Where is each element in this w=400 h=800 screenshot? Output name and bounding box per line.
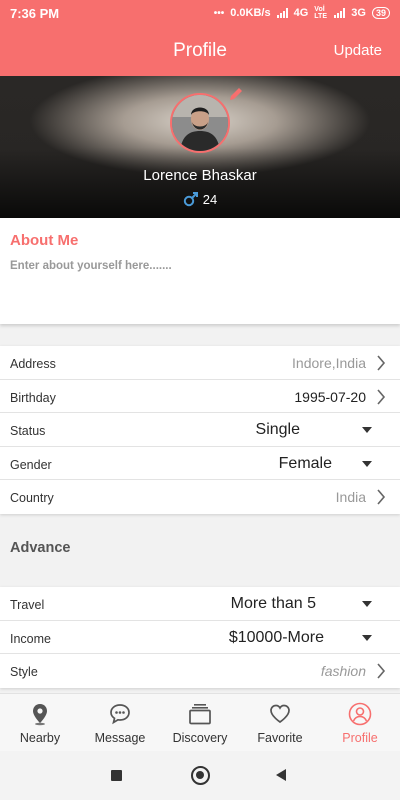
chevron-right-icon [377, 663, 386, 679]
status-network-4g: 4G [293, 7, 309, 19]
heart-icon [270, 704, 290, 724]
profile-name: Lorence Bhaskar [143, 167, 257, 184]
signal-icon [276, 8, 288, 18]
avatar[interactable] [170, 93, 230, 153]
tab-label: Favorite [257, 731, 303, 745]
status-time: 7:36 PM [10, 6, 60, 21]
row-label: Gender [10, 457, 52, 472]
status-select[interactable]: Single [256, 421, 300, 439]
chevron-down-icon [362, 601, 372, 607]
tab-favorite[interactable]: Favorite [240, 694, 320, 752]
status-volte: Voİ LTE [314, 6, 327, 20]
status-speed: 0.0KB/s [230, 7, 271, 19]
edit-pencil-icon[interactable] [228, 86, 244, 102]
birthday-row[interactable]: Birthday 1995-07-20 [0, 380, 400, 413]
income-row[interactable]: Income $10000-More [0, 621, 400, 654]
style-row[interactable]: Style fashion [0, 654, 400, 688]
advance-title: Advance [10, 540, 71, 556]
tab-message[interactable]: Message [80, 694, 160, 752]
row-label: Birthday [10, 390, 56, 405]
profile-header: Lorence Bhaskar 24 [0, 76, 400, 218]
about-me-input[interactable]: Enter about yourself here....... [10, 260, 172, 272]
chat-bubble-icon [110, 704, 130, 725]
tab-label: Discovery [172, 731, 228, 745]
age-info: 24 [0, 191, 400, 207]
tab-discovery[interactable]: Discovery [160, 694, 240, 752]
chevron-down-icon [362, 634, 372, 641]
gender-row[interactable]: Gender Female [0, 447, 400, 480]
location-pin-icon [33, 704, 47, 726]
row-label: Status [10, 424, 46, 438]
row-value: India [335, 489, 366, 505]
cards-stack-icon [189, 704, 211, 725]
tab-label: Profile [342, 731, 378, 745]
row-label: Address [10, 357, 56, 371]
address-row[interactable]: Address Indore,India [0, 346, 400, 380]
status-dots: ••• [213, 7, 225, 19]
update-button[interactable]: Update [334, 42, 382, 59]
country-row[interactable]: Country India [0, 480, 400, 514]
income-select[interactable]: $10000-More [229, 629, 324, 647]
chevron-right-icon [377, 388, 386, 405]
basic-info-card: Address Indore,India Birthday 1995-07-20… [0, 346, 400, 514]
about-me-heading: About Me [10, 232, 79, 249]
profile-age: 24 [202, 191, 218, 207]
battery-icon: 39 [371, 7, 390, 19]
status-bar: 7:36 PM ••• 0.0KB/s 4G Voİ LTE 3G 39 [0, 0, 400, 26]
tab-profile[interactable]: Profile [320, 694, 400, 752]
signal-icon-2 [334, 8, 346, 18]
travel-select[interactable]: More than 5 [231, 595, 316, 613]
chevron-right-icon [377, 355, 386, 371]
bottom-tab-bar: Nearby Message Discovery Favorite Profil… [0, 693, 400, 751]
system-nav-bar [0, 751, 400, 800]
chevron-down-icon [362, 427, 372, 433]
male-icon [183, 192, 198, 207]
row-label: Style [10, 665, 38, 679]
row-value: 1995-07-20 [294, 388, 366, 405]
row-value: Indore,India [292, 355, 366, 371]
back-button[interactable] [276, 769, 286, 781]
chevron-right-icon [377, 489, 386, 505]
tab-label: Message [94, 731, 146, 745]
tab-nearby[interactable]: Nearby [0, 694, 80, 752]
advance-card: Travel More than 5 Income $10000-More St… [0, 587, 400, 688]
status-row[interactable]: Status Single [0, 413, 400, 447]
user-icon [348, 702, 372, 726]
home-button[interactable] [191, 766, 210, 785]
about-me-section: About Me Enter about yourself here......… [0, 218, 400, 324]
row-value: fashion [320, 663, 366, 679]
recents-button[interactable] [111, 770, 122, 781]
tab-label: Nearby [19, 731, 61, 745]
gender-select[interactable]: Female [279, 455, 332, 473]
status-network-3g: 3G [351, 7, 366, 19]
advance-section-header: Advance [0, 530, 400, 578]
chevron-down-icon [362, 460, 372, 467]
row-label: Income [10, 631, 51, 646]
row-label: Country [10, 491, 54, 505]
row-label: Travel [10, 598, 45, 612]
travel-row[interactable]: Travel More than 5 [0, 587, 400, 621]
avatar-photo [172, 95, 228, 151]
app-bar: Profile Update [0, 26, 400, 76]
